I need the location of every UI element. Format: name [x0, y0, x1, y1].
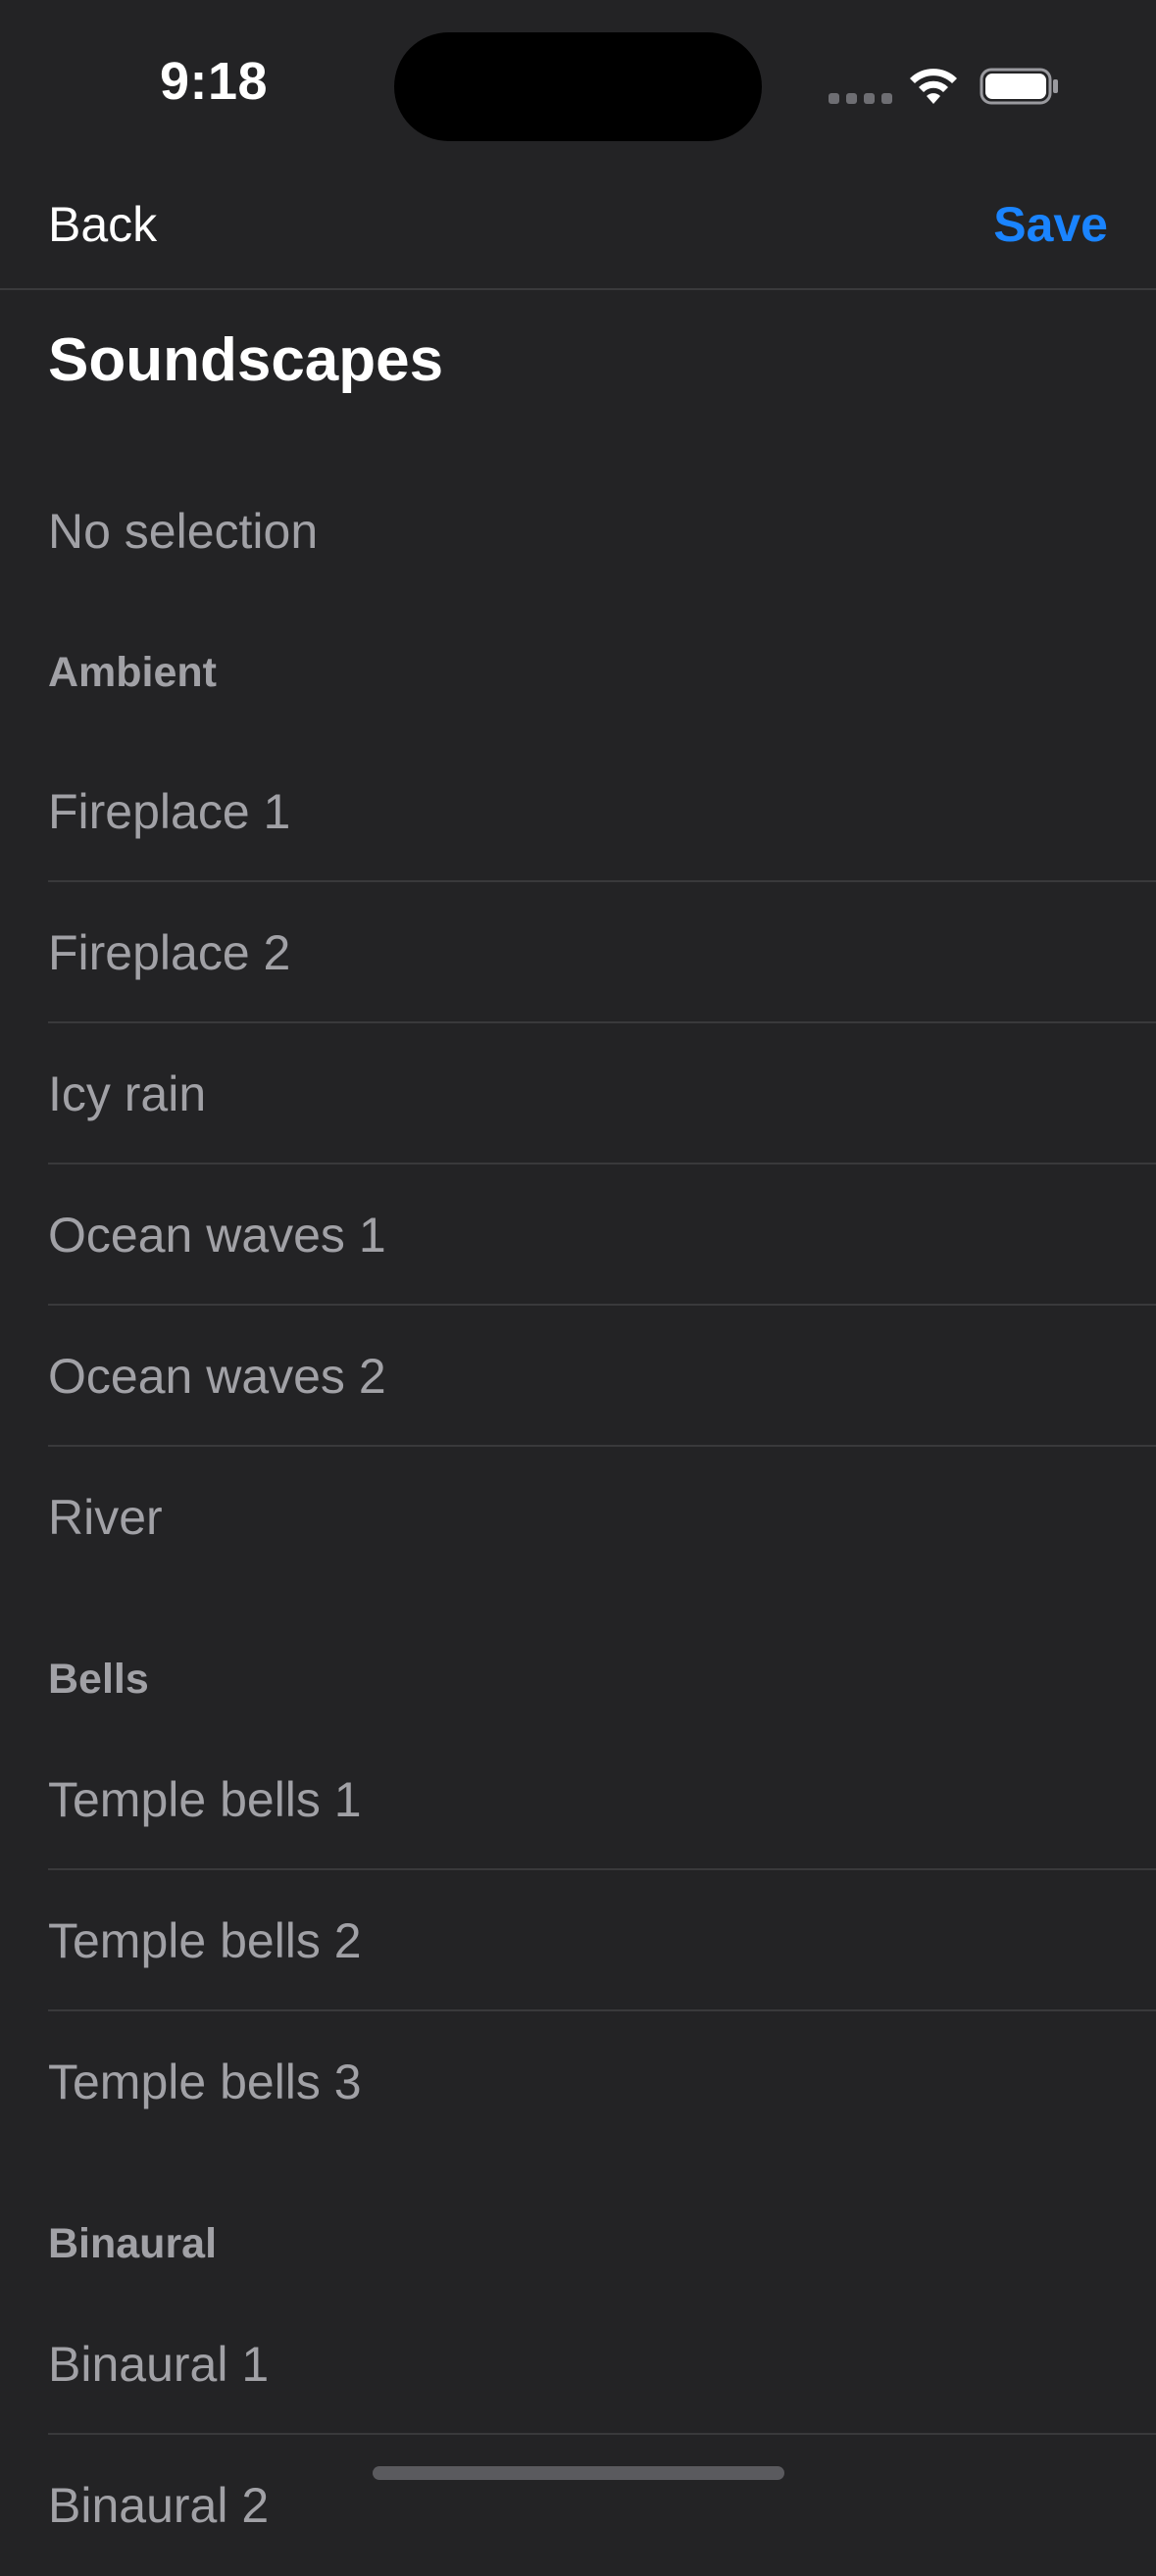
section-header-binaural: Binaural [48, 2220, 218, 2267]
list-item-label: No selection [48, 504, 319, 559]
list-item-label: Binaural 2 [48, 2478, 270, 2533]
back-button[interactable]: Back [48, 196, 157, 253]
list-item-label: Icy rain [48, 1066, 207, 1121]
list-item[interactable]: River [48, 1447, 1156, 1588]
list-item-no-selection[interactable]: No selection [48, 461, 1156, 602]
list-item[interactable]: Temple bells 1 [48, 1729, 1156, 1870]
list-item[interactable]: Ocean waves 1 [48, 1164, 1156, 1306]
status-bar: 9:18 [0, 0, 1156, 167]
list-item-label: Fireplace 2 [48, 925, 291, 980]
navigation-bar: Back Save [0, 167, 1156, 290]
list-item-label: Fireplace 1 [48, 784, 291, 839]
list-item[interactable]: Fireplace 2 [48, 882, 1156, 1023]
list-item[interactable]: Binaural 1 [48, 2294, 1156, 2435]
list-item[interactable]: Binaural 2 [48, 2435, 1156, 2576]
list-item[interactable]: Ocean waves 2 [48, 1306, 1156, 1447]
page-title: Soundscapes [48, 326, 444, 394]
list-item-label: Temple bells 3 [48, 2055, 362, 2109]
list-item[interactable]: Icy rain [48, 1023, 1156, 1164]
section-header-ambient: Ambient [48, 649, 217, 696]
list-item-label: Ocean waves 2 [48, 1349, 386, 1404]
save-button[interactable]: Save [993, 196, 1108, 253]
cellular-signal-icon [829, 93, 892, 104]
list-item[interactable]: Temple bells 2 [48, 1870, 1156, 2011]
list-item[interactable]: Temple bells 3 [48, 2011, 1156, 2153]
list-item-label: River [48, 1490, 163, 1545]
list-item-label: Temple bells 1 [48, 1772, 362, 1827]
status-time: 9:18 [160, 52, 269, 111]
wifi-icon [910, 69, 957, 104]
home-indicator[interactable] [373, 2466, 784, 2480]
battery-icon [980, 68, 1058, 105]
section-header-bells: Bells [48, 1656, 149, 1703]
list-item-label: Ocean waves 1 [48, 1208, 386, 1263]
dynamic-island [394, 32, 762, 141]
list-item-label: Temple bells 2 [48, 1913, 362, 1968]
list-item[interactable]: Fireplace 1 [48, 741, 1156, 882]
list-item-label: Binaural 1 [48, 2337, 270, 2392]
